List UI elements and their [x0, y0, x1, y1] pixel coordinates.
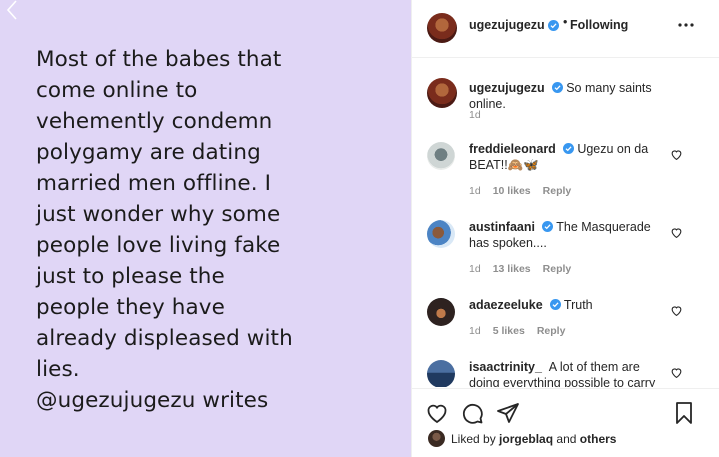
comment-likes[interactable]: 13 likes — [493, 263, 531, 275]
author-username[interactable]: ugezujugezu — [469, 18, 545, 32]
liked-by-username[interactable]: jorgeblaq — [499, 432, 553, 446]
post-side-panel: ugezujugezu • Following ugezujugezu So m… — [411, 0, 719, 457]
heart-icon[interactable] — [670, 366, 683, 379]
verified-badge-icon — [551, 82, 563, 93]
comment-username[interactable]: austinfaani — [469, 220, 535, 234]
avatar[interactable] — [427, 13, 457, 43]
comment-meta: 1d — [469, 109, 493, 121]
comment-username[interactable]: ugezujugezu — [469, 81, 545, 95]
reply-button[interactable]: Reply — [543, 185, 572, 197]
liked-by-prefix: Liked by — [451, 432, 496, 446]
heart-icon[interactable] — [670, 304, 683, 317]
avatar[interactable] — [427, 142, 455, 170]
avatar[interactable] — [427, 360, 455, 387]
verified-badge-icon — [542, 221, 553, 232]
comment-meta: 1d 5 likes Reply — [469, 325, 577, 337]
avatar[interactable] — [427, 220, 455, 248]
heart-icon[interactable] — [670, 148, 683, 161]
post-quote-text: Most of the babes that come online to ve… — [36, 47, 293, 413]
comment-meta: 1d 13 likes Reply — [469, 263, 583, 275]
verified-badge-icon — [548, 20, 559, 31]
separator-dot: • — [563, 15, 568, 29]
comment-time[interactable]: 1d — [469, 325, 481, 337]
post-actions — [412, 388, 719, 436]
comment-icon[interactable] — [460, 401, 484, 425]
comment-time[interactable]: 1d — [469, 109, 481, 121]
comment-username[interactable]: freddieleonard — [469, 142, 556, 156]
reply-button[interactable]: Reply — [537, 325, 566, 337]
share-icon[interactable] — [496, 401, 520, 425]
chevron-left-icon[interactable] — [4, 0, 20, 20]
heart-icon[interactable] — [425, 401, 449, 425]
comment-time[interactable]: 1d — [469, 185, 481, 197]
verified-badge-icon — [549, 299, 561, 310]
post-header: ugezujugezu • Following — [412, 0, 719, 58]
comment-meta: 1d 10 likes Reply — [469, 185, 583, 197]
comment-likes[interactable]: 10 likes — [493, 185, 531, 197]
more-options-icon[interactable] — [676, 14, 696, 34]
bookmark-icon[interactable] — [672, 401, 696, 425]
comment-text: Truth — [563, 298, 593, 312]
comment-username[interactable]: isaactrinity_ — [469, 360, 542, 374]
reply-button[interactable]: Reply — [543, 263, 572, 275]
following-button[interactable]: Following — [570, 18, 628, 32]
avatar[interactable] — [427, 298, 455, 326]
liked-by-others[interactable]: others — [580, 432, 617, 446]
comment-username[interactable]: adaezeeluke — [469, 298, 543, 312]
liked-by-and: and — [556, 432, 577, 446]
heart-icon[interactable] — [670, 226, 683, 239]
avatar[interactable] — [427, 78, 457, 108]
post-image[interactable]: Most of the babes that come online to ve… — [0, 0, 411, 457]
comment-likes[interactable]: 5 likes — [493, 325, 525, 337]
comments-list[interactable]: ugezujugezu So many saints online. 1d fr… — [412, 59, 719, 387]
verified-badge-icon — [562, 143, 574, 154]
comment-time[interactable]: 1d — [469, 263, 481, 275]
avatar[interactable] — [428, 430, 445, 447]
